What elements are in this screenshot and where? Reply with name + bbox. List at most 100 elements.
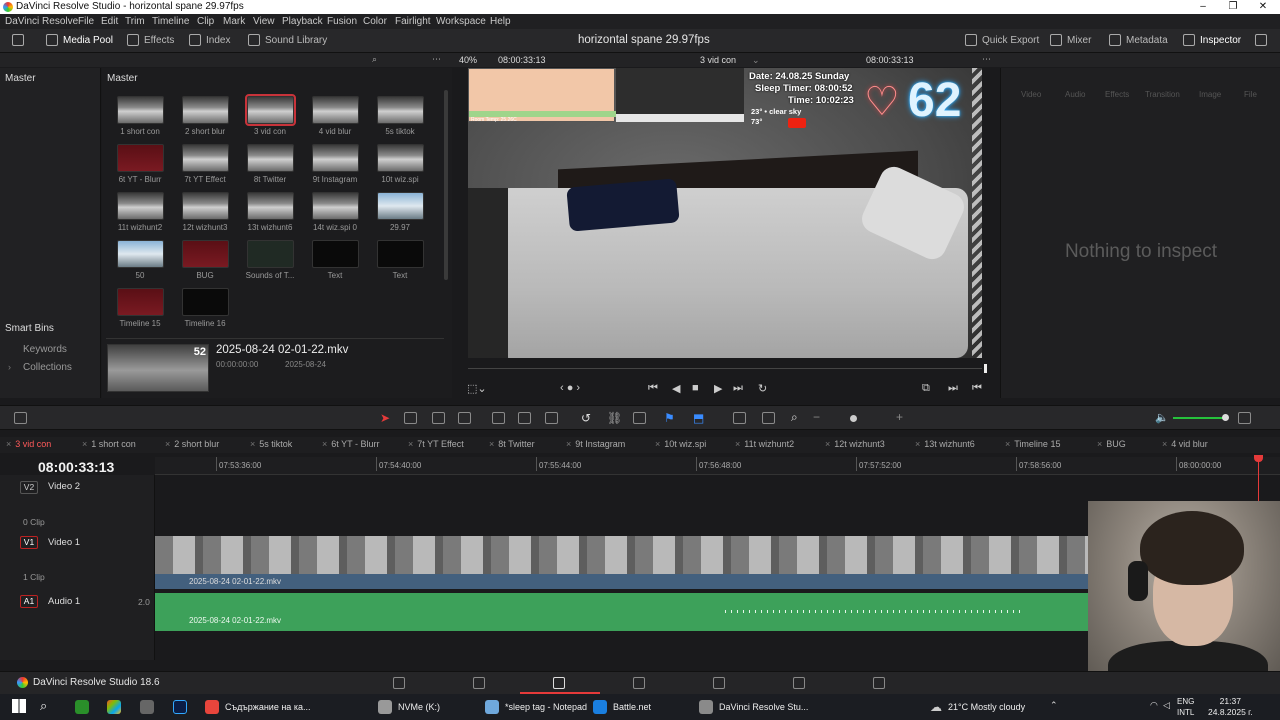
zoom-custom-icon[interactable]: ⌕ xyxy=(791,410,798,425)
media-clip[interactable]: Timeline 15 xyxy=(112,288,168,328)
menu-file[interactable]: File xyxy=(78,16,94,27)
tab-video[interactable]: Video xyxy=(1021,90,1041,99)
search-icon[interactable]: ⌕ xyxy=(40,698,47,714)
link-icon[interactable]: ⛓ xyxy=(607,411,622,425)
menu-playback[interactable]: Playback xyxy=(282,16,323,27)
edit-page-icon[interactable] xyxy=(553,677,565,689)
mixer-button[interactable]: Mixer xyxy=(1050,34,1091,46)
timeline-tab[interactable]: × 10t wiz.spi xyxy=(655,439,706,449)
close-tab-icon[interactable]: × xyxy=(655,439,660,449)
tray-chevron-icon[interactable]: ⌃ xyxy=(1050,700,1058,711)
media-clip[interactable]: 9t Instagram xyxy=(307,144,363,184)
weather-widget[interactable]: ☁ 21°C Mostly cloudy xyxy=(930,700,1025,714)
tab-image[interactable]: Image xyxy=(1199,90,1221,99)
menu-clip[interactable]: Clip xyxy=(197,16,214,27)
windows-start-icon[interactable] xyxy=(12,699,26,713)
go-to-end-icon[interactable]: ⏭ xyxy=(733,382,743,395)
menu-edit[interactable]: Edit xyxy=(101,16,118,27)
viewer-options-icon[interactable]: ⬚⌄ xyxy=(467,382,487,395)
next-edit-icon[interactable]: ⏭ xyxy=(948,382,958,395)
taskbar-clock[interactable]: 21:37 24.8.2025 г. xyxy=(1208,696,1253,718)
timeline-tab[interactable]: × 11t wizhunt2 xyxy=(735,439,794,449)
media-pool-button[interactable]: Media Pool xyxy=(46,34,113,46)
media-clip[interactable]: 6t YT - Blurr xyxy=(112,144,168,184)
master-bin[interactable]: Master xyxy=(5,73,36,84)
menu-trim[interactable]: Trim xyxy=(125,16,145,27)
media-clip[interactable]: 13t wizhunt6 xyxy=(242,192,298,232)
media-clip[interactable]: 11t wizhunt2 xyxy=(112,192,168,232)
keywords-bin[interactable]: Keywords xyxy=(23,344,67,355)
zoom-in-icon[interactable]: + xyxy=(896,410,903,424)
media-clip[interactable]: 3 vid con xyxy=(242,94,298,136)
wifi-icon[interactable]: ◠ xyxy=(1150,700,1158,711)
loop-icon[interactable]: ↻ xyxy=(758,382,767,395)
tab-effects[interactable]: Effects xyxy=(1105,90,1129,99)
tab-audio[interactable]: Audio xyxy=(1065,90,1085,99)
media-clip[interactable]: Timeline 16 xyxy=(177,288,233,328)
close-tab-icon[interactable]: × xyxy=(1162,439,1167,449)
dynamic-trim-icon[interactable] xyxy=(432,412,445,424)
track-id-v1[interactable]: V1 xyxy=(20,536,38,549)
media-clip[interactable]: 14t wiz.spi 0 xyxy=(307,192,363,232)
menu-davinci[interactable]: DaVinci Resolve xyxy=(5,16,78,27)
media-clip[interactable]: 1 short con xyxy=(112,96,168,136)
zoom-level[interactable]: 40% xyxy=(459,55,477,65)
scrubber-handle[interactable] xyxy=(984,364,987,373)
media-clip[interactable]: 4 vid blur xyxy=(307,96,363,136)
media-clip[interactable]: BUG xyxy=(177,240,233,280)
play-icon[interactable]: ▶ xyxy=(714,382,722,395)
timeline-tab[interactable]: × 2 short blur xyxy=(165,439,219,449)
overwrite-clip-icon[interactable] xyxy=(518,412,531,424)
timeline-tab[interactable]: × BUG xyxy=(1097,439,1126,449)
zoom-detail-icon[interactable] xyxy=(762,412,775,424)
close-tab-icon[interactable]: × xyxy=(566,439,571,449)
media-clip[interactable]: 5s tiktok xyxy=(372,96,428,136)
timeline-tab[interactable]: × 9t Instagram xyxy=(566,439,625,449)
search-icon[interactable]: ⌕ xyxy=(372,54,377,65)
track-name-a1[interactable]: Audio 1 xyxy=(48,596,80,607)
media-pool-scrollbar[interactable] xyxy=(444,90,448,280)
menu-help[interactable]: Help xyxy=(490,16,511,27)
close-tab-icon[interactable]: × xyxy=(82,439,87,449)
timeline-tab[interactable]: × 7t YT Effect xyxy=(408,439,464,449)
taskbar-app[interactable]: Съдържание на ка... xyxy=(205,700,310,714)
menu-color[interactable]: Color xyxy=(363,16,387,27)
previous-edit-icon[interactable]: ⏮ xyxy=(972,382,982,395)
media-clip[interactable]: 8t Twitter xyxy=(242,144,298,184)
index-button[interactable]: Index xyxy=(189,34,230,46)
media-clip[interactable]: Text xyxy=(372,240,428,280)
media-clip[interactable]: 12t wizhunt3 xyxy=(177,192,233,232)
photoshop-icon[interactable] xyxy=(173,700,187,714)
timeline-tab[interactable]: × 5s tiktok xyxy=(250,439,292,449)
close-tab-icon[interactable]: × xyxy=(825,439,830,449)
audio-clip[interactable] xyxy=(155,593,1088,631)
tab-transition[interactable]: Transition xyxy=(1145,90,1180,99)
close-tab-icon[interactable]: × xyxy=(489,439,494,449)
track-name-v1[interactable]: Video 1 xyxy=(48,537,80,548)
insert-clip-icon[interactable] xyxy=(492,412,505,424)
app-green-icon[interactable] xyxy=(75,700,89,714)
volume-handle[interactable] xyxy=(1222,414,1229,421)
media-clip[interactable]: Sounds of T... xyxy=(242,240,298,280)
media-page-icon[interactable] xyxy=(393,677,405,689)
fusion-page-icon[interactable] xyxy=(633,677,645,689)
zoom-slider-handle[interactable] xyxy=(850,415,857,422)
media-clip[interactable]: 2 short blur xyxy=(177,96,233,136)
menu-view[interactable]: View xyxy=(253,16,275,27)
collections-bin[interactable]: Collections xyxy=(23,362,72,373)
timeline-tab[interactable]: × 12t wizhunt3 xyxy=(825,439,885,449)
menu-workspace[interactable]: Workspace xyxy=(436,16,486,27)
menu-fairlight[interactable]: Fairlight xyxy=(395,16,431,27)
playhead-handle[interactable] xyxy=(1254,455,1263,462)
chevron-down-icon[interactable]: ⌄ xyxy=(752,55,760,66)
speaker-icon[interactable]: ◁ xyxy=(1163,700,1170,711)
match-frame-icon[interactable]: ⧉ xyxy=(922,382,930,395)
taskbar-app[interactable]: NVMe (K:) xyxy=(378,700,440,714)
color-page-icon[interactable] xyxy=(713,677,725,689)
sound-library-button[interactable]: Sound Library xyxy=(248,34,327,46)
close-tab-icon[interactable]: × xyxy=(1097,439,1102,449)
media-clip[interactable]: 50 xyxy=(112,240,168,280)
close-tab-icon[interactable]: × xyxy=(735,439,740,449)
track-id-v2[interactable]: V2 xyxy=(20,481,38,494)
cut-page-icon[interactable] xyxy=(473,677,485,689)
